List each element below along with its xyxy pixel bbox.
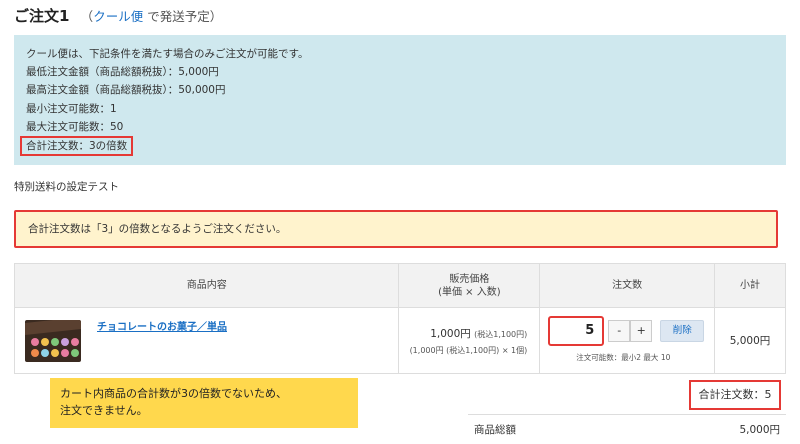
quantity-input[interactable]: 5 xyxy=(548,316,605,346)
product-total-value: 5,000円 xyxy=(739,424,780,436)
header-price-line2: (単価 × 入数) xyxy=(438,286,501,298)
order-title: ご注文1 （クール便 で発送予定） xyxy=(14,5,222,26)
highlighted-condition: 合計注文数：3の倍数 xyxy=(20,136,134,157)
qty-cell: 5 - + 削除 注文可能数：最小2 最大 10 xyxy=(539,307,716,374)
product-image[interactable] xyxy=(25,320,81,362)
paren-open: （ xyxy=(80,9,94,24)
cool-delivery-conditions: クール便は、下記条件を満たす場合のみご注文が可能です。 最低注文金額（商品総額税… xyxy=(14,35,786,165)
unit-price-tax: (税込1,100円) xyxy=(474,329,528,339)
header-price-line1: 販売価格 xyxy=(449,273,490,285)
product-total-label: 商品総額 xyxy=(474,424,516,436)
header-subtotal: 小計 xyxy=(714,263,786,308)
cool-delivery-link[interactable]: クール便 xyxy=(93,9,143,24)
summary-divider xyxy=(468,414,786,415)
subtotal-cell: 5,000円 xyxy=(714,307,786,374)
increase-qty-button[interactable]: + xyxy=(630,320,653,342)
price-cell: 1,000円 (税込1,100円) (1,000円 (税込1,100円) × 1… xyxy=(398,307,541,374)
warning-message: 合計注文数は「3」の倍数となるようご注文ください。 xyxy=(14,210,778,248)
delete-button[interactable]: 削除 xyxy=(660,320,705,342)
header-product: 商品内容 xyxy=(13,263,400,308)
error-line-1: カート内商品の合計数が3の倍数でないため、 xyxy=(60,387,287,400)
header-qty: 注文数 xyxy=(539,263,716,308)
order-error-note: カート内商品の合計数が3の倍数でないため、 注文できません。 xyxy=(50,378,358,428)
qty-limit-note: 注文可能数：最小2 最大 10 xyxy=(576,353,671,362)
table-header-row: 商品内容 販売価格 (単価 × 入数) 注文数 小計 xyxy=(13,263,786,308)
total-quantity: 合計注文数：5 xyxy=(689,380,781,410)
price-detail: (1,000円 (税込1,100円) × 1個) xyxy=(409,345,528,355)
product-cell: チョコレートのお菓子／単品 xyxy=(13,307,400,374)
condition-line: 最小注文可能数：1 xyxy=(26,102,117,115)
product-name-link[interactable]: チョコレートのお菓子／単品 xyxy=(97,318,227,333)
cart-table: 商品内容 販売価格 (単価 × 入数) 注文数 小計 チョコレートのお菓子／単品… xyxy=(13,263,786,374)
condition-line: 最大注文可能数：50 xyxy=(26,120,124,133)
table-row: チョコレートのお菓子／単品 1,000円 (税込1,100円) (1,000円 … xyxy=(13,307,786,374)
order-shipping-note: （クール便 で発送予定） xyxy=(81,9,223,24)
header-price: 販売価格 (単価 × 入数) xyxy=(398,263,541,308)
condition-line: 最低注文金額（商品総額税抜）：5,000円 xyxy=(26,66,219,79)
error-line-2: 注文できません。 xyxy=(60,404,148,417)
condition-line: 最高注文金額（商品総額税抜）：50,000円 xyxy=(26,84,226,97)
shipping-suffix: で発送予定） xyxy=(147,9,223,24)
unit-price: 1,000円 xyxy=(430,327,471,340)
condition-line: クール便は、下記条件を満たす場合のみご注文が可能です。 xyxy=(26,48,309,60)
order-title-text: ご注文1 xyxy=(14,7,70,25)
section-label: 特別送料の設定テスト xyxy=(14,181,119,193)
decrease-qty-button[interactable]: - xyxy=(608,320,631,342)
